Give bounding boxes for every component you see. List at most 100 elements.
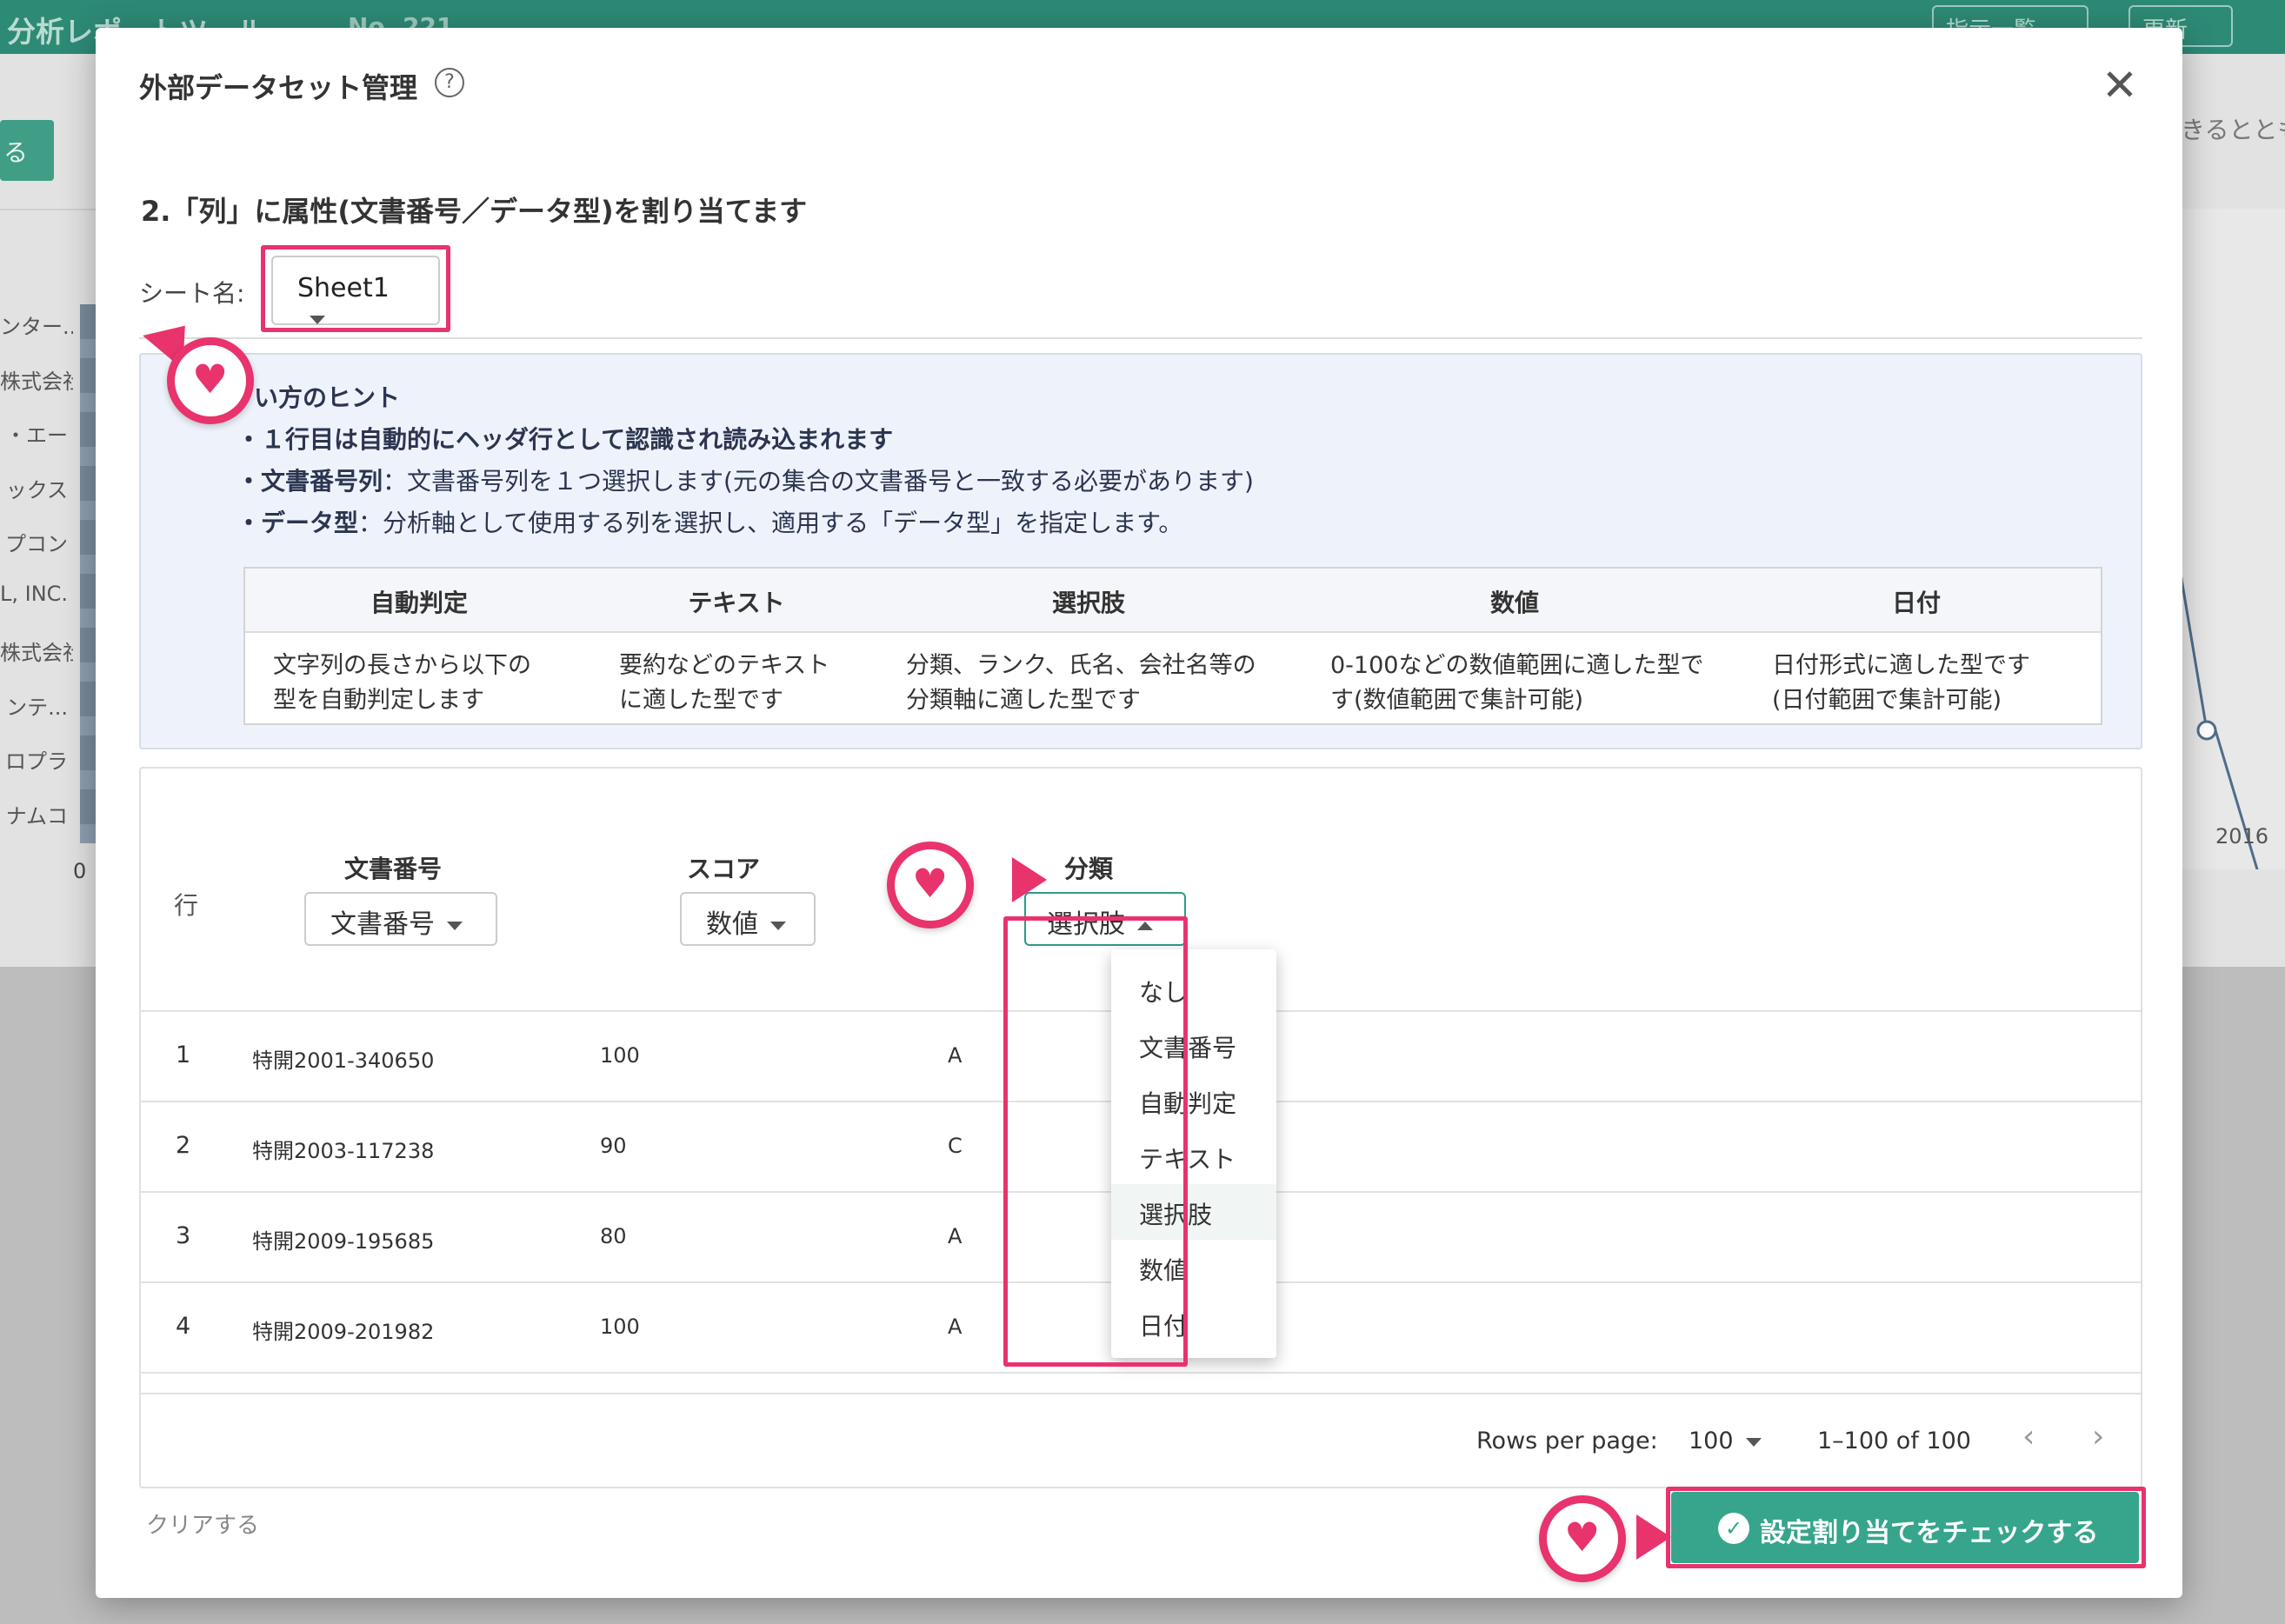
hint-panel: い方のヒント ・１行目は自動的にヘッダ行として認識され読み込まれます ・文書番号… bbox=[139, 353, 2142, 749]
bar-label: ンター... bbox=[0, 315, 73, 339]
row-number: 3 bbox=[176, 1222, 191, 1249]
hint-title: い方のヒント bbox=[254, 383, 401, 412]
type-desc-text: 要約などのテキスト に適した型です bbox=[619, 649, 829, 718]
hint-data-type-desc: ：分析軸として使用する列を選択し、適用する「データ型」を指定します。 bbox=[358, 509, 1183, 537]
chevron-down-icon bbox=[447, 921, 463, 930]
type-header-text: テキスト bbox=[688, 589, 785, 617]
type-desc-choice: 分類、ランク、氏名、会社名等の 分類軸に適した型です bbox=[906, 649, 1256, 718]
background-line-chart bbox=[2179, 209, 2285, 905]
type-desc-line: (日付範囲で集計可能) bbox=[1772, 687, 2002, 714]
hint-doc-number-desc: ：文書番号列を１つ選択します(元の集合の文書番号と一致する必要があります) bbox=[383, 467, 1254, 496]
hint-doc-number-term: ・文書番号列 bbox=[236, 467, 383, 496]
line-chart-svg bbox=[2179, 573, 2269, 905]
bar-label: ナムコ bbox=[5, 803, 68, 829]
row-category: A bbox=[948, 1043, 963, 1068]
rows-per-page-select[interactable]: 100 bbox=[1689, 1428, 1762, 1454]
axis-zero-label: 0 bbox=[73, 859, 87, 883]
bar-label: ンテ... bbox=[6, 695, 68, 720]
row-number: 4 bbox=[176, 1313, 191, 1340]
type-desc-line: 日付形式に適した型です bbox=[1772, 652, 2030, 679]
type-header-number: 数値 bbox=[1489, 589, 1539, 617]
heart-callout-category: ♥ bbox=[887, 842, 974, 928]
background-left-button[interactable]: る bbox=[0, 120, 54, 181]
background-divider bbox=[0, 209, 97, 210]
hint-data-type-term: ・データ型 bbox=[236, 509, 359, 537]
type-desc-auto: 文字列の長さから以下の 型を自動判定します bbox=[273, 649, 531, 718]
chevron-down-icon bbox=[770, 921, 786, 930]
row-doc-number: 特開2003-117238 bbox=[252, 1139, 435, 1163]
row-score: 100 bbox=[600, 1043, 640, 1068]
column-title-score: スコア bbox=[686, 855, 760, 883]
row-doc-number: 特開2001-340650 bbox=[252, 1048, 435, 1073]
bar-label: L, INC. bbox=[0, 581, 69, 606]
bar-label: プコン bbox=[5, 532, 68, 556]
prev-page-icon[interactable]: ‹ bbox=[2022, 1419, 2035, 1454]
type-header-auto: 自動判定 bbox=[370, 589, 468, 617]
bar-label: ・エー bbox=[5, 423, 68, 448]
type-header-choice: 選択肢 bbox=[1051, 589, 1125, 617]
row-category: A bbox=[948, 1315, 963, 1339]
type-header-date: 日付 bbox=[1891, 589, 1941, 617]
callout-pointer bbox=[1636, 1514, 1671, 1560]
column-type-select-score[interactable]: 数値 bbox=[680, 892, 816, 946]
heart-icon: ♥ bbox=[912, 860, 949, 907]
type-desc-line: 文字列の長さから以下の bbox=[273, 652, 531, 679]
row-score: 90 bbox=[600, 1134, 627, 1158]
row-doc-number: 特開2009-201982 bbox=[252, 1320, 435, 1344]
step-title: 2.「列」に属性(文書番号／データ型)を割り当てます bbox=[141, 195, 808, 228]
column-type-value: 数値 bbox=[706, 909, 758, 940]
bar-label: 株式会社 bbox=[0, 369, 73, 394]
type-desc-line: 0-100などの数値範囲に適した型で bbox=[1330, 652, 1704, 679]
row-column-label: 行 bbox=[174, 891, 199, 920]
bar-label: 株式会社 bbox=[0, 641, 73, 665]
data-type-table-header: 自動判定 テキスト 選択肢 数値 日付 bbox=[245, 569, 2101, 633]
rows-per-page-label: Rows per page: bbox=[1476, 1428, 1658, 1454]
line-chart-point bbox=[2196, 720, 2217, 741]
background-bar-labels: ンター... 株式会社 ・エー ックス プコン L, INC. 株式会社 ンテ.… bbox=[0, 309, 73, 853]
dropdown-highlight bbox=[1003, 916, 1188, 1367]
type-desc-line: 型を自動判定します bbox=[273, 687, 484, 714]
row-score: 80 bbox=[600, 1224, 627, 1248]
type-desc-line: 要約などのテキスト bbox=[619, 652, 830, 679]
next-page-icon[interactable]: › bbox=[2092, 1419, 2104, 1454]
axis-year-label: 2016 bbox=[2215, 824, 2269, 849]
pagination-divider bbox=[141, 1393, 2141, 1394]
type-desc-line: 分類、ランク、氏名、会社名等の bbox=[906, 652, 1256, 679]
sheet-name-label: シート名: bbox=[139, 279, 245, 308]
type-desc-line: す(数値範囲で集計可能) bbox=[1330, 687, 1584, 714]
hint-line-data-type: ・データ型：分析軸として使用する列を選択し、適用する「データ型」を指定します。 bbox=[236, 504, 1182, 539]
row-category: C bbox=[948, 1134, 963, 1158]
check-button-highlight bbox=[1666, 1487, 2146, 1568]
heart-icon: ♥ bbox=[1564, 1514, 1601, 1561]
chevron-down-icon bbox=[1745, 1437, 1762, 1447]
type-desc-line: に適した型です bbox=[619, 687, 783, 714]
callout-pointer bbox=[1012, 857, 1047, 902]
row-score: 100 bbox=[600, 1315, 640, 1339]
sheet-select-highlight bbox=[261, 245, 450, 332]
row-number: 2 bbox=[176, 1132, 191, 1159]
section-divider bbox=[139, 337, 2142, 339]
hint-line-header-row: ・１行目は自動的にヘッダ行として認識され読み込まれます bbox=[236, 425, 894, 454]
rows-per-page-value: 100 bbox=[1689, 1428, 1734, 1454]
column-title-doc-number: 文書番号 bbox=[343, 855, 442, 883]
type-desc-line: 分類軸に適した型です bbox=[906, 687, 1141, 714]
clear-button[interactable]: クリアする bbox=[146, 1508, 259, 1540]
heart-callout-check: ♥ bbox=[1539, 1495, 1626, 1582]
type-desc-number: 0-100などの数値範囲に適した型で す(数値範囲で集計可能) bbox=[1330, 649, 1703, 718]
modal-title: 外部データセット管理 bbox=[139, 71, 418, 104]
row-number: 1 bbox=[176, 1042, 191, 1068]
pagination-range: 1–100 of 100 bbox=[1817, 1428, 1971, 1454]
column-type-select-doc-number[interactable]: 文書番号 bbox=[304, 892, 497, 946]
help-icon[interactable]: ? bbox=[435, 68, 464, 97]
bar-label: ックス bbox=[5, 477, 68, 503]
data-type-table: 自動判定 テキスト 選択肢 数値 日付 文字列の長さから以下の 型を自動判定します… bbox=[243, 567, 2102, 725]
background-bars bbox=[80, 304, 97, 843]
heart-icon: ♥ bbox=[192, 356, 229, 403]
hint-line-doc-number: ・文書番号列：文書番号列を１つ選択します(元の集合の文書番号と一致する必要があり… bbox=[236, 463, 1254, 497]
close-icon[interactable]: ✕ bbox=[2095, 63, 2144, 111]
external-dataset-modal: 外部データセット管理 ? ✕ 2.「列」に属性(文書番号／データ型)を割り当てま… bbox=[96, 28, 2182, 1598]
heart-callout-sheet: ♥ bbox=[167, 337, 254, 424]
background-right-text: きるととも bbox=[2181, 116, 2285, 144]
row-doc-number: 特開2009-195685 bbox=[252, 1229, 435, 1254]
row-category: A bbox=[948, 1224, 963, 1248]
